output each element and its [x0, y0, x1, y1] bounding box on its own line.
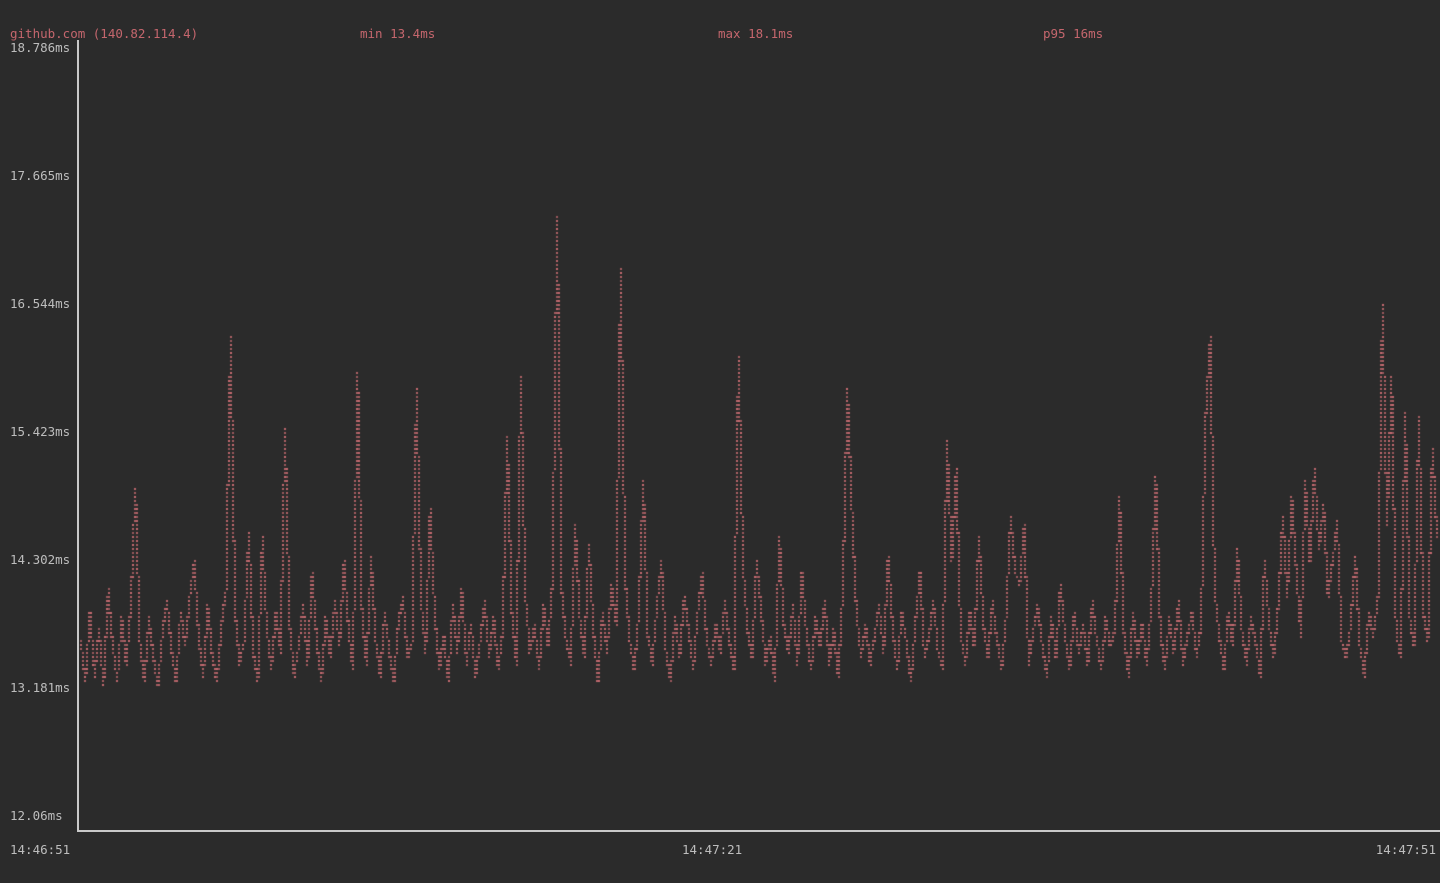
x-axis-tick: 14:47:51 [1372, 842, 1436, 858]
y-axis-tick: 14.302ms [10, 552, 70, 568]
y-axis-tick: 16.544ms [10, 296, 70, 312]
y-axis-tick: 18.786ms [10, 40, 70, 56]
stat-max: max 18.1ms [718, 26, 793, 42]
y-axis-tick: 15.423ms [10, 424, 70, 440]
x-axis-line [77, 830, 1440, 832]
latency-plot-canvas [0, 0, 1440, 883]
y-axis-tick: 17.665ms [10, 168, 70, 184]
x-axis-tick: 14:47:21 [682, 842, 742, 858]
x-axis-tick: 14:46:51 [10, 842, 70, 858]
y-axis-tick: 13.181ms [10, 680, 70, 696]
stat-min: min 13.4ms [360, 26, 435, 42]
stat-p95: p95 16ms [1043, 26, 1103, 42]
y-axis-line [77, 40, 79, 832]
y-axis-tick: 12.06ms [10, 808, 63, 824]
gping-terminal-screen: github.com (140.82.114.4) min 13.4ms max… [0, 0, 1440, 883]
